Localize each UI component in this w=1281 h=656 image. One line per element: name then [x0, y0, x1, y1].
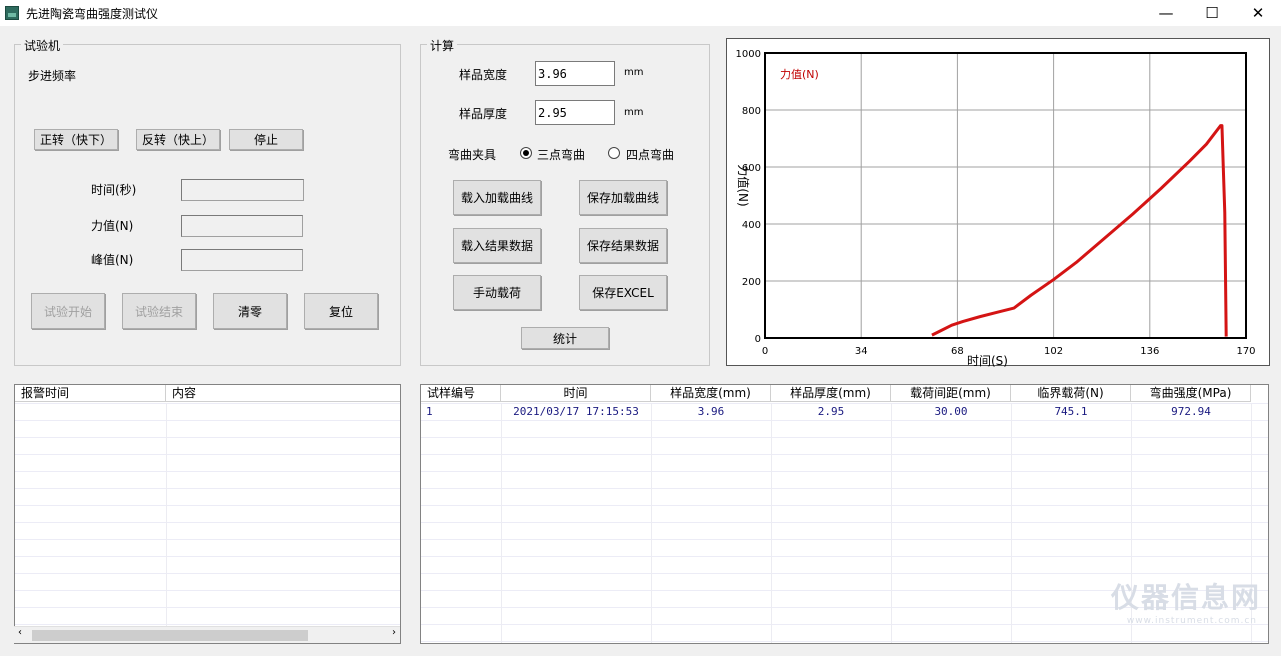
- result-col-divider: [771, 403, 772, 643]
- width-input[interactable]: [535, 61, 615, 86]
- result-cell-1: 2021/03/17 17:15:53: [513, 405, 639, 418]
- result-cell-4: 30.00: [934, 405, 968, 418]
- result-header-0[interactable]: 试样编号: [421, 385, 501, 402]
- result-header-6[interactable]: 弯曲强度(MPa): [1131, 385, 1251, 402]
- x-axis-label: 时间(S): [967, 354, 1008, 367]
- result-header-3[interactable]: 样品厚度(mm): [771, 385, 891, 402]
- time-field: [181, 179, 304, 201]
- force-chart-panel: 0 34 68 102 136 170 0 200 400 600 800 1000 力值(N) 时间(S…: [726, 38, 1270, 368]
- x-tick-label: 0: [762, 346, 768, 357]
- width-label: 样品宽度: [459, 68, 508, 82]
- x-tick-label: 68: [951, 346, 964, 357]
- save-result-button[interactable]: 保存结果数据: [579, 228, 667, 263]
- scroll-thumb[interactable]: [32, 630, 308, 641]
- alarm-horizontal-scrollbar[interactable]: ‹ ›: [14, 626, 400, 643]
- thickness-unit: mm: [624, 107, 644, 118]
- forward-button[interactable]: 正转（快下）: [34, 129, 118, 150]
- result-cell-6: 972.94: [1171, 405, 1211, 418]
- table-row[interactable]: 1 2021/03/17 17:15:53 3.96 2.95 30.00 745.1 97…: [421, 403, 1251, 420]
- test-end-button[interactable]: 试验结束: [122, 293, 196, 329]
- result-header-4[interactable]: 载荷间距(mm): [891, 385, 1011, 402]
- force-curve-line: [931, 124, 1228, 337]
- plot-area-border: [764, 52, 1247, 339]
- four-point-label: 四点弯曲: [626, 148, 675, 162]
- alarm-col-divider: [166, 403, 167, 643]
- result-header-1[interactable]: 时间: [501, 385, 651, 402]
- maximize-icon[interactable]: ☐: [1189, 0, 1235, 26]
- force-chart: 0 34 68 102 136 17002004006008001000力值(N)时间(S…: [736, 49, 1256, 368]
- y-tick-label: 0: [755, 334, 761, 345]
- x-tick-label: 170: [1236, 346, 1255, 357]
- result-col-divider: [501, 403, 502, 643]
- save-excel-button[interactable]: 保存EXCEL: [579, 275, 667, 310]
- y-tick-label: 1000: [736, 49, 761, 60]
- x-tick-label: 136: [1140, 346, 1159, 357]
- close-icon[interactable]: ✕: [1235, 0, 1281, 26]
- result-header-5[interactable]: 临界载荷(N): [1011, 385, 1131, 402]
- stop-button[interactable]: 停止: [229, 129, 303, 150]
- statistics-button[interactable]: 统计: [521, 327, 609, 349]
- result-table-header: 试样编号 时间 样品宽度(mm) 样品厚度(mm) 载荷间距(mm) 临界载荷(N) 弯曲强…: [421, 385, 1251, 402]
- scroll-right-icon[interactable]: ›: [392, 627, 396, 638]
- y-tick-label: 200: [742, 277, 761, 288]
- result-cell-5: 745.1: [1054, 405, 1088, 418]
- x-tick-label: 34: [855, 346, 868, 357]
- window-title: 先进陶瓷弯曲强度测试仪: [26, 7, 159, 21]
- result-col-divider: [891, 403, 892, 643]
- title-bar: 先进陶瓷弯曲强度测试仪 — ☐ ✕: [0, 0, 1281, 26]
- thickness-input[interactable]: [535, 100, 615, 125]
- fixture-label: 弯曲夹具: [448, 148, 497, 162]
- manual-load-button[interactable]: 手动载荷: [453, 275, 541, 310]
- force-label: 力值(N): [91, 219, 134, 233]
- y-axis-label: 力值(N): [736, 164, 751, 206]
- peak-label: 峰值(N): [91, 253, 134, 267]
- reset-button[interactable]: 复位: [304, 293, 378, 329]
- alarm-table: 报警时间 内容: [14, 384, 401, 644]
- four-point-radio[interactable]: [608, 147, 620, 159]
- machine-group-title: 试验机: [21, 37, 64, 54]
- result-cell-3: 2.95: [817, 405, 845, 418]
- result-cell-2: 3.96: [697, 405, 725, 418]
- calc-group-title: 计算: [427, 37, 458, 54]
- thickness-label: 样品厚度: [459, 107, 508, 121]
- save-curve-button[interactable]: 保存加载曲线: [579, 180, 667, 215]
- three-point-label: 三点弯曲: [537, 148, 586, 162]
- alarm-content-header[interactable]: 内容: [166, 385, 400, 402]
- result-col-divider: [1011, 403, 1012, 643]
- y-tick-label: 800: [742, 106, 761, 117]
- test-start-button[interactable]: 试验开始: [31, 293, 105, 329]
- zero-button[interactable]: 清零: [213, 293, 287, 329]
- width-unit: mm: [624, 67, 644, 78]
- alarm-time-header[interactable]: 报警时间: [15, 385, 166, 402]
- three-point-radio[interactable]: [520, 147, 532, 159]
- chart-legend: 力值(N): [780, 68, 819, 81]
- peak-field: [181, 249, 303, 271]
- load-result-button[interactable]: 载入结果数据: [453, 228, 541, 263]
- app-icon: [5, 6, 19, 20]
- step-frequency-label: 步进频率: [28, 69, 77, 83]
- alarm-table-header: 报警时间 内容: [15, 385, 400, 402]
- time-label: 时间(秒): [91, 183, 137, 197]
- result-header-2[interactable]: 样品宽度(mm): [651, 385, 771, 402]
- scroll-left-icon[interactable]: ‹: [18, 627, 22, 638]
- watermark-logo: 仪器信息网: [1110, 581, 1261, 614]
- minimize-icon[interactable]: —: [1143, 0, 1189, 26]
- alarm-grid: [15, 403, 400, 643]
- load-curve-button[interactable]: 载入加载曲线: [453, 180, 541, 215]
- result-col-divider: [651, 403, 652, 643]
- x-tick-label: 102: [1044, 346, 1063, 357]
- result-cell-0: 1: [426, 405, 433, 418]
- y-tick-label: 400: [742, 220, 761, 231]
- reverse-button[interactable]: 反转（快上）: [136, 129, 220, 150]
- force-field: [181, 215, 303, 237]
- watermark-url: www.instrument.com.cn: [1126, 616, 1257, 626]
